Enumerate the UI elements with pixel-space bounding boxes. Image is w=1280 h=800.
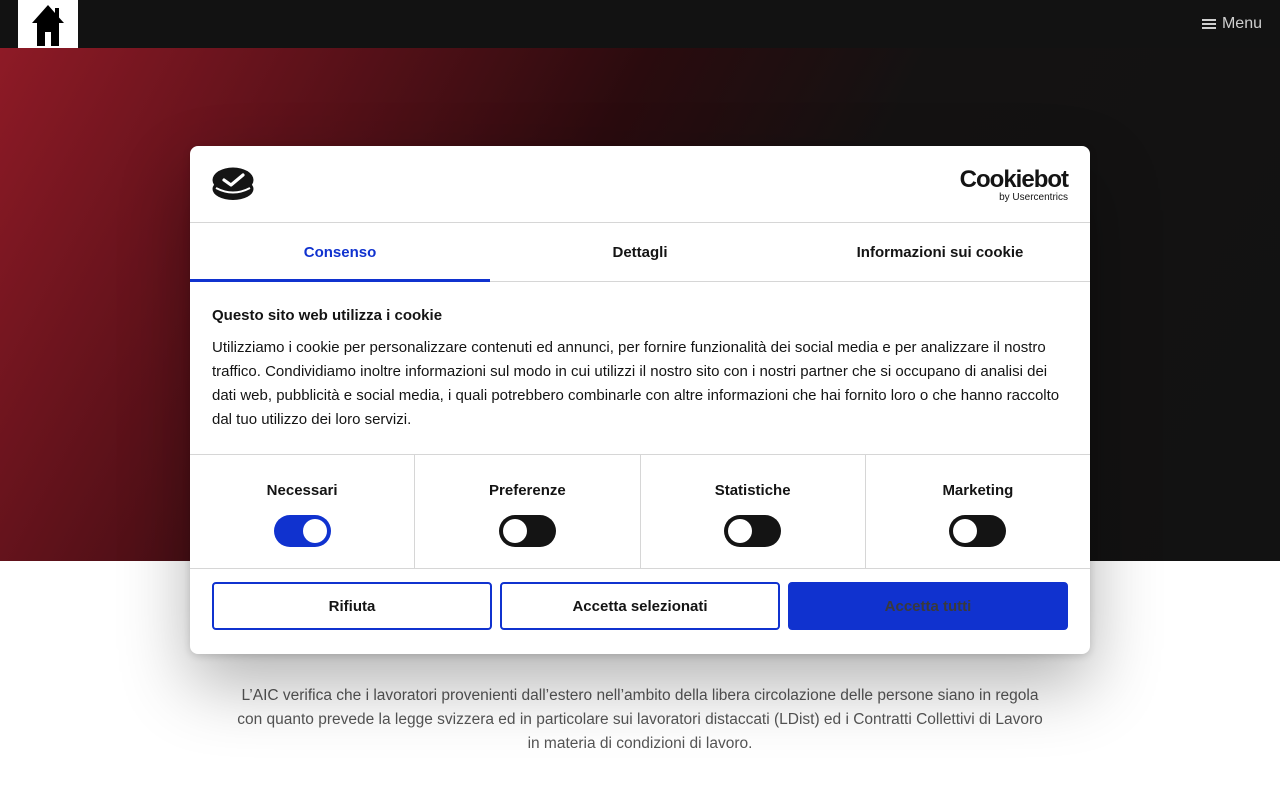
tab-informazioni[interactable]: Informazioni sui cookie <box>790 223 1090 281</box>
cookie-consent-dialog: Cookiebot by Usercentrics Consenso Detta… <box>190 146 1090 654</box>
toggle-preferenze[interactable] <box>498 515 556 547</box>
tab-dettagli[interactable]: Dettagli <box>490 223 790 281</box>
brand-name: Cookiebot <box>959 166 1069 193</box>
toggle-label: Statistiche <box>714 482 791 499</box>
dialog-header: Cookiebot by Usercentrics <box>190 146 1090 223</box>
menu-button[interactable]: Menu <box>1201 13 1262 35</box>
consent-toggles: Necessari Preferenze Statistiche Marketi… <box>190 454 1090 569</box>
toggle-knob <box>728 519 753 543</box>
toggle-knob <box>302 519 327 543</box>
accept-selected-button[interactable]: Accetta selezionati <box>500 582 780 630</box>
intro-paragraph: L’AIC verifica che i lavoratori provenie… <box>237 687 1043 752</box>
cookiebot-logo-icon <box>212 167 254 200</box>
toggle-group-marketing: Marketing <box>866 455 1090 568</box>
toggle-knob <box>502 519 527 543</box>
site-header: Menu <box>0 0 1280 49</box>
toggle-label: Marketing <box>942 482 1014 499</box>
home-icon <box>32 4 64 46</box>
toggle-marketing[interactable] <box>949 515 1007 547</box>
toggle-group-necessari: Necessari <box>190 455 416 568</box>
consent-content: Questo sito web utilizza i cookie Utiliz… <box>212 306 1068 432</box>
toggle-knob <box>953 519 978 543</box>
toggle-statistiche[interactable] <box>724 515 782 547</box>
dialog-tabs: Consenso Dettagli Informazioni sui cooki… <box>190 223 1090 282</box>
brand-sub: by Usercentrics <box>999 192 1068 203</box>
hamburger-icon <box>1201 19 1216 29</box>
toggle-label: Preferenze <box>489 482 566 499</box>
toggle-label: Necessari <box>266 482 338 499</box>
consent-heading: Questo sito web utilizza i cookie <box>212 307 443 324</box>
home-link[interactable] <box>18 0 78 49</box>
tab-consenso[interactable]: Consenso <box>190 223 490 282</box>
cookiebot-brand: Cookiebot by Usercentrics <box>959 166 1069 204</box>
consent-buttons: Rifiuta Accetta selezionati Accetta tutt… <box>212 582 1068 631</box>
toggle-group-statistiche: Statistiche <box>641 455 866 568</box>
toggle-group-preferenze: Preferenze <box>415 455 641 568</box>
consent-description: Utilizziamo i cookie per personalizzare … <box>212 339 1060 428</box>
toggle-necessari[interactable] <box>273 515 331 547</box>
reject-button[interactable]: Rifiuta <box>212 582 492 630</box>
menu-label: Menu <box>1221 15 1262 32</box>
accept-all-button[interactable]: Accetta tutti <box>788 582 1068 630</box>
